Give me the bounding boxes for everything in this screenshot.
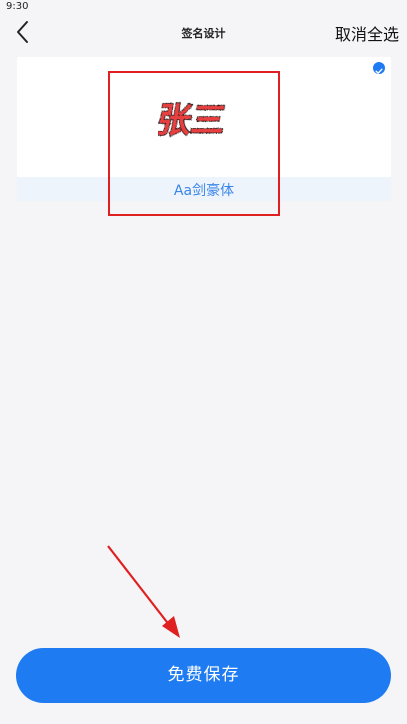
font-label-bar: Aa剑豪体 xyxy=(17,177,391,201)
signature-preview: 张三 xyxy=(17,57,391,177)
font-label: Aa剑豪体 xyxy=(173,183,235,199)
signature-image: 张三 xyxy=(158,100,230,141)
pointer-arrow-icon xyxy=(107,545,180,638)
selected-check-icon[interactable] xyxy=(373,62,385,74)
free-save-button[interactable]: 免费保存 xyxy=(16,648,391,703)
signature-card[interactable]: 张三 Aa剑豪体 xyxy=(17,57,391,201)
signature-text: 张三 xyxy=(158,101,229,141)
status-time: 9:30 xyxy=(6,1,29,12)
deselect-all-button[interactable]: 取消全选 xyxy=(335,21,399,45)
nav-bar: 签名设计 取消全选 xyxy=(0,16,407,50)
status-bar: 9:30 xyxy=(0,0,407,16)
